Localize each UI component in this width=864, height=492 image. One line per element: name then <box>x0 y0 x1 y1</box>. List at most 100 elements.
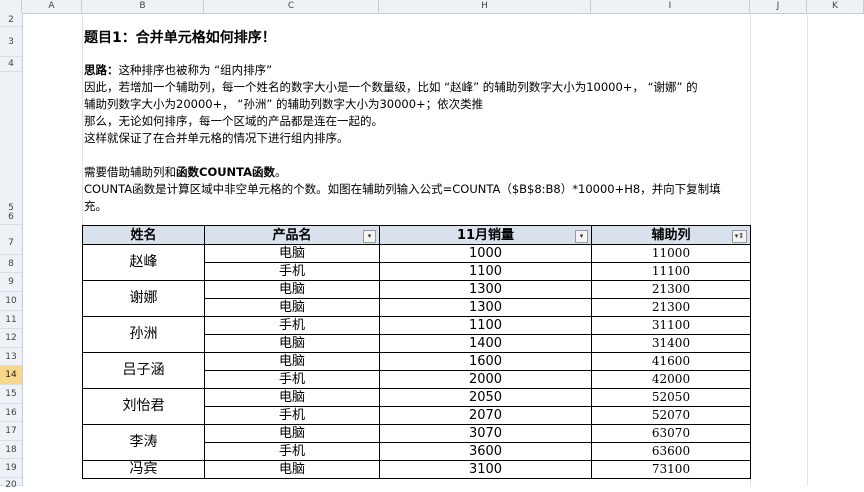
idea-line-8: 充。 <box>84 199 107 213</box>
product-cell[interactable]: 电脑 <box>204 298 380 317</box>
helper-cell[interactable]: 21300 <box>591 298 751 317</box>
table-row: 孙洲 手机 1100 31100 <box>82 316 751 353</box>
filter-dropdown-icon[interactable]: ▾ <box>575 230 588 243</box>
header-product-label: 产品名 <box>272 227 312 243</box>
helper-cell[interactable]: 11000 <box>591 244 751 263</box>
product-cell[interactable]: 手机 <box>204 316 380 335</box>
helper-cell[interactable]: 41600 <box>591 352 751 371</box>
sales-cell[interactable]: 1100 <box>379 262 592 281</box>
name-cell[interactable]: 刘怡君 <box>82 388 205 425</box>
row-header[interactable]: 13 <box>0 348 22 366</box>
product-cell[interactable]: 电脑 <box>204 388 380 407</box>
product-cell[interactable]: 电脑 <box>204 334 380 353</box>
helper-cell[interactable]: 11100 <box>591 262 751 281</box>
sheet-title: 题目1：合并单元格如何排序！ <box>84 30 276 46</box>
col-header-b[interactable]: B <box>82 0 204 13</box>
helper-cell[interactable]: 63600 <box>591 442 751 461</box>
name-cell[interactable]: 谢娜 <box>82 280 205 317</box>
row-header[interactable]: 7 <box>0 225 22 255</box>
row-header[interactable]: 2 <box>0 13 22 27</box>
name-cell[interactable]: 李涛 <box>82 424 205 461</box>
col-header-j[interactable]: J <box>750 0 807 13</box>
header-sales[interactable]: 11月销量 ▾ <box>379 225 592 245</box>
header-name[interactable]: 姓名 <box>82 225 205 245</box>
col-header-a[interactable]: A <box>22 0 82 13</box>
row-header[interactable]: 3 <box>0 27 22 57</box>
product-cell[interactable]: 手机 <box>204 370 380 389</box>
helper-cell[interactable]: 52070 <box>591 406 751 425</box>
helper-cell[interactable]: 42000 <box>591 370 751 389</box>
product-cell[interactable]: 手机 <box>204 442 380 461</box>
product-cell[interactable]: 手机 <box>204 262 380 281</box>
filter-dropdown-icon[interactable]: ▾ <box>363 230 376 243</box>
row-header[interactable]: 16 <box>0 404 22 422</box>
product-cell[interactable]: 电脑 <box>204 352 380 371</box>
sales-cell[interactable]: 2000 <box>379 370 592 389</box>
row-header[interactable]: 12 <box>0 329 22 348</box>
helper-cell[interactable]: 73100 <box>591 460 751 479</box>
name-cell[interactable]: 孙洲 <box>82 316 205 353</box>
idea-line6-post: 。 <box>275 165 287 179</box>
table-row: 李涛 电脑 3070 63070 <box>82 424 751 461</box>
row-header[interactable]: 20 <box>0 478 22 490</box>
product-cell[interactable]: 电脑 <box>204 460 380 479</box>
row-header[interactable]: 18 <box>0 441 22 459</box>
sales-table: 姓名 产品名 ▾ 11月销量 ▾ 辅助列 ▾↕ 赵峰 电脑 1000 11000 手机… <box>82 225 751 479</box>
idea-line-3: 辅助列数字大小为20000+， “孙洲” 的辅助列数字大小为30000+；依次类… <box>84 97 484 111</box>
sales-cell[interactable]: 3070 <box>379 424 592 443</box>
row-header[interactable]: 11 <box>0 311 22 329</box>
row-header[interactable]: 10 <box>0 292 22 311</box>
idea-label: 思路： <box>84 63 119 77</box>
row-header[interactable]: 6 <box>0 210 22 225</box>
header-product[interactable]: 产品名 ▾ <box>204 225 380 245</box>
helper-cell[interactable]: 63070 <box>591 424 751 443</box>
col-header-k[interactable]: K <box>807 0 864 13</box>
idea-line6-pre: 需要借助辅助列和 <box>84 165 176 179</box>
sales-cell[interactable]: 3100 <box>379 460 592 479</box>
sales-cell[interactable]: 1600 <box>379 352 592 371</box>
product-cell[interactable]: 电脑 <box>204 280 380 299</box>
row-header[interactable]: 8 <box>0 255 22 273</box>
gridline <box>807 13 808 486</box>
row-header[interactable]: 9 <box>0 273 22 292</box>
name-cell[interactable]: 冯宾 <box>82 460 205 479</box>
gridline <box>82 13 83 225</box>
row-header[interactable]: 15 <box>0 385 22 404</box>
table-row: 谢娜 电脑 1300 21300 <box>82 280 751 317</box>
row-header[interactable]: 5 <box>0 72 22 225</box>
row-header-bar: 2 3 4 5 6 7 8 9 10 11 12 13 14 15 16 17 … <box>0 13 23 490</box>
idea-line-4: 那么，无论如何排序，每一个区域的产品都是连在一起的。 <box>84 114 383 128</box>
col-header-h[interactable]: H <box>379 0 591 13</box>
sales-cell[interactable]: 1300 <box>379 298 592 317</box>
sales-cell[interactable]: 1400 <box>379 334 592 353</box>
product-cell[interactable]: 电脑 <box>204 424 380 443</box>
row-header-selected[interactable]: 14 <box>0 366 22 385</box>
helper-cell[interactable]: 21300 <box>591 280 751 299</box>
header-helper-label: 辅助列 <box>651 227 691 243</box>
row-header[interactable]: 4 <box>0 57 22 72</box>
product-cell[interactable]: 电脑 <box>204 244 380 263</box>
idea-line-6: 需要借助辅助列和函数COUNTA函数。 <box>84 164 287 181</box>
sales-cell[interactable]: 3600 <box>379 442 592 461</box>
table-row: 刘怡君 电脑 2050 52050 <box>82 388 751 425</box>
sort-filter-icon[interactable]: ▾↕ <box>732 230 747 243</box>
sales-cell[interactable]: 2050 <box>379 388 592 407</box>
header-helper[interactable]: 辅助列 ▾↕ <box>591 225 751 245</box>
sales-cell[interactable]: 1300 <box>379 280 592 299</box>
helper-cell[interactable]: 31100 <box>591 316 751 335</box>
sales-cell[interactable]: 1100 <box>379 316 592 335</box>
row-header[interactable]: 17 <box>0 422 22 441</box>
product-cell[interactable]: 手机 <box>204 406 380 425</box>
name-cell[interactable]: 吕子涵 <box>82 352 205 389</box>
idea-text: 这种排序也被称为 “组内排序” <box>118 63 273 77</box>
row-header[interactable]: 19 <box>0 459 22 478</box>
helper-cell[interactable]: 31400 <box>591 334 751 353</box>
select-all-corner[interactable] <box>0 0 22 13</box>
idea-line-2: 因此，若增加一个辅助列，每一个姓名的数字大小是一个数量级，比如 “赵峰” 的辅助… <box>84 80 698 94</box>
name-cell[interactable]: 赵峰 <box>82 244 205 281</box>
sales-cell[interactable]: 1000 <box>379 244 592 263</box>
col-header-i[interactable]: I <box>591 0 750 13</box>
helper-cell[interactable]: 52050 <box>591 388 751 407</box>
col-header-c[interactable]: C <box>204 0 379 13</box>
sales-cell[interactable]: 2070 <box>379 406 592 425</box>
